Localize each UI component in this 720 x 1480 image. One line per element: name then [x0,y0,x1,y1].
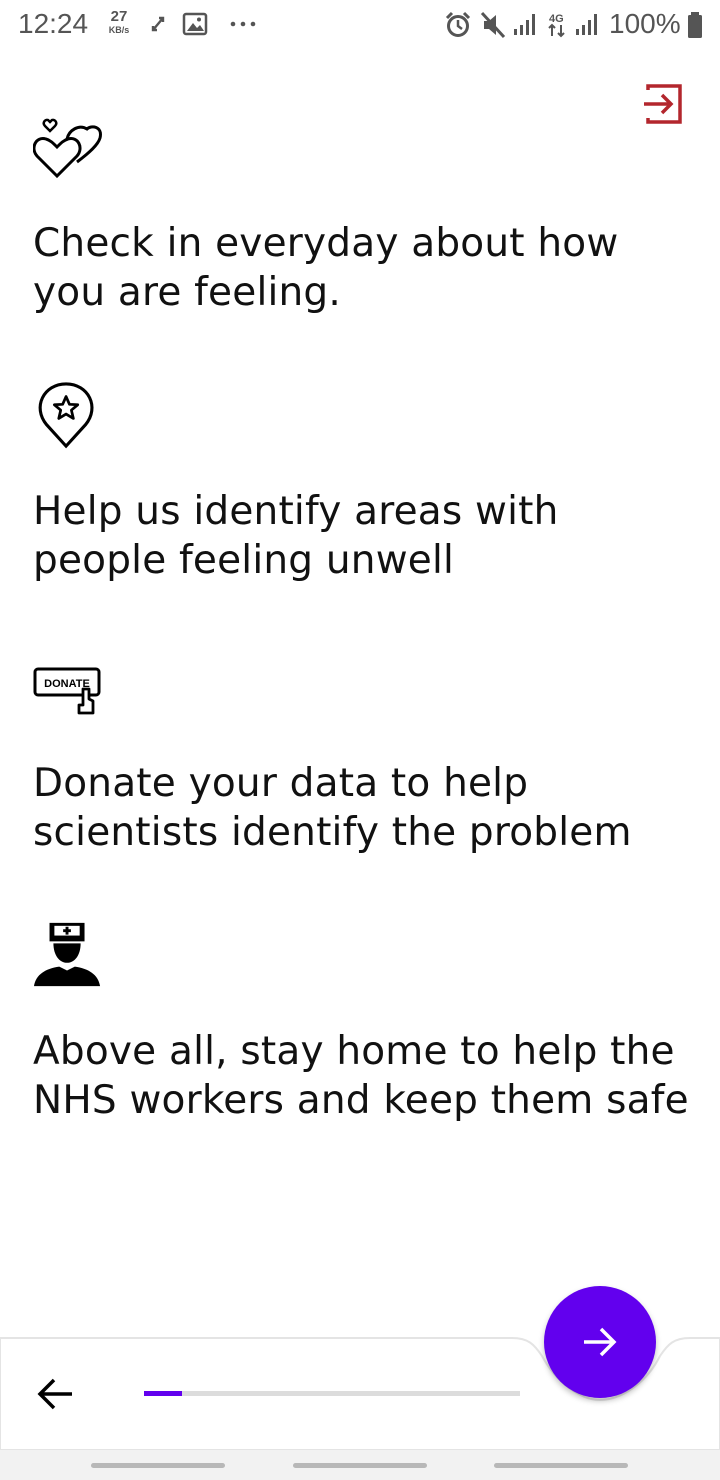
nav-recent-apps[interactable] [91,1463,225,1468]
feature-text: Donate your data to help scientists iden… [33,761,632,855]
alarm-icon [445,11,471,37]
feature-stay-home: Above all, stay home to help the NHS wor… [33,920,693,1123]
arrow-right-icon [584,1327,617,1357]
progress-bar [144,1391,520,1396]
nurse-icon [33,922,101,987]
data-4g-icon: 4G [548,13,565,38]
feature-text: Check in everyday about how you are feel… [33,221,619,315]
back-button[interactable] [30,1368,82,1420]
network-speed: 27 KB/s [104,9,134,35]
status-bar: 12:24 27 KB/s 4G 100% [0,0,720,50]
next-button[interactable] [544,1286,656,1398]
battery-percent: 100% [609,8,681,39]
nav-back[interactable] [494,1463,628,1468]
nav-home[interactable] [293,1463,427,1468]
gallery-icon [182,12,208,36]
network-speed-value: 27 [110,8,128,25]
location-star-icon [38,382,94,449]
network-speed-unit: KB/s [108,25,130,35]
more-dots-icon [230,21,256,27]
hearts-icon [33,118,102,179]
feature-donate-data: DONATE Donate your data to help scientis… [33,658,693,855]
arrow-left-icon [37,1378,72,1410]
system-nav-bar [0,1450,720,1480]
signal-icon-2 [576,14,597,35]
vpn-key-icon [151,16,165,32]
signal-icon [514,14,535,35]
mute-icon [480,11,506,39]
donate-button-icon: DONATE [33,667,101,715]
network-type-label: 4G [549,13,564,25]
progress-fill [144,1391,182,1396]
status-time: 12:24 [18,8,89,39]
feature-text: Help us identify areas with people feeli… [33,489,559,583]
feature-text: Above all, stay home to help the NHS wor… [33,1029,689,1123]
feature-identify-areas: Help us identify areas with people feeli… [33,380,693,583]
feature-check-in: Check in everyday about how you are feel… [33,112,693,315]
battery-icon [688,12,702,38]
